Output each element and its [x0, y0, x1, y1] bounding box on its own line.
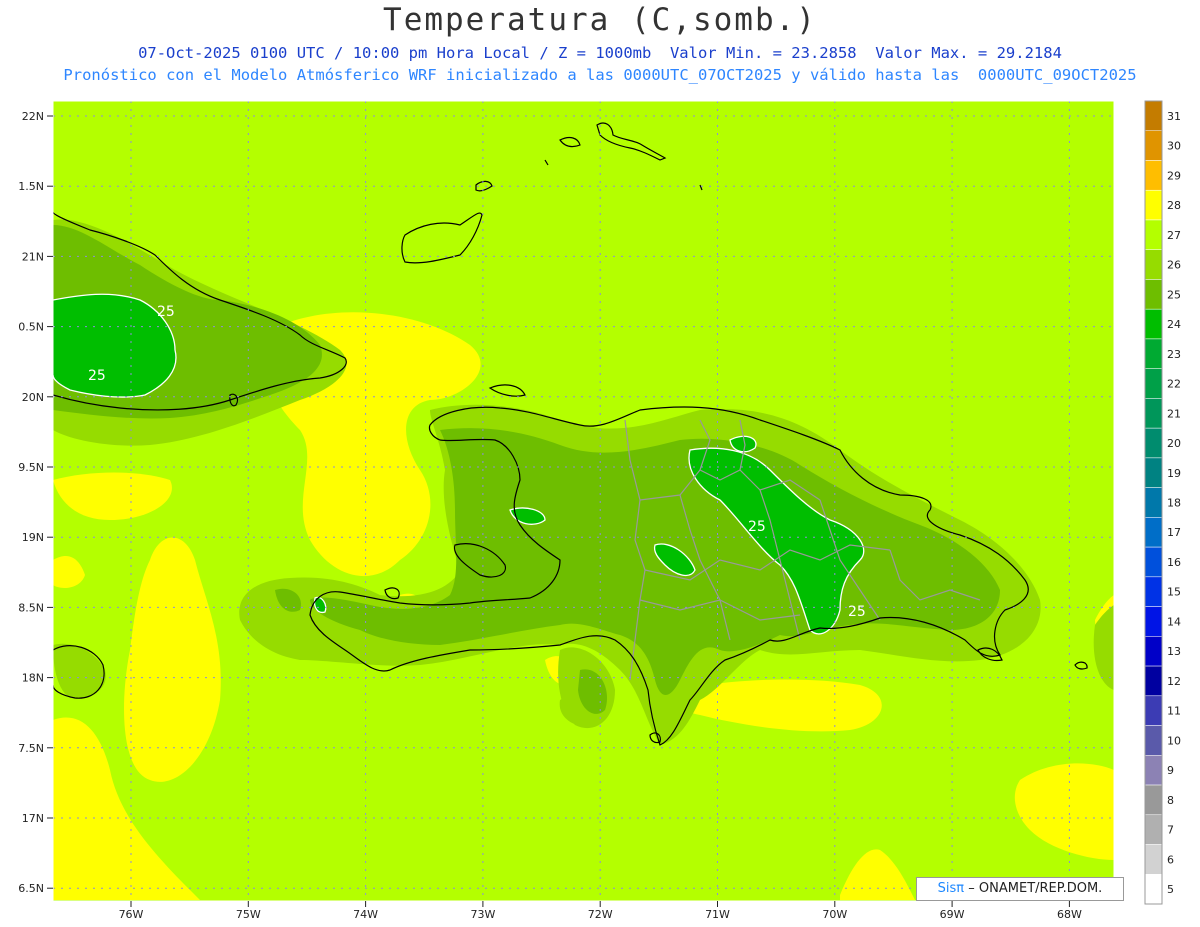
- lon-label: 69W: [940, 908, 965, 921]
- colorbar-swatch: [1144, 279, 1163, 310]
- lat-label: 20N: [22, 391, 44, 404]
- colorbar-label: 22: [1167, 378, 1181, 391]
- colorbar-swatch: [1144, 457, 1163, 488]
- colorbar-label: 18: [1167, 497, 1181, 510]
- lon-label: 71W: [705, 908, 730, 921]
- colorbar-swatch: [1144, 368, 1163, 399]
- longitude-labels: 76W 75W 74W 73W 72W 71W 70W 69W 68W: [119, 901, 1082, 921]
- lat-label: 17N: [22, 812, 44, 825]
- lon-label: 72W: [588, 908, 613, 921]
- colorbar-label: 28: [1167, 199, 1181, 212]
- colorbar-swatch: [1144, 427, 1163, 459]
- lat-label: 21N: [22, 250, 44, 263]
- credit-box: Sisπ – ONAMET/REP.DOM.: [916, 877, 1124, 901]
- colorbar-swatch: [1144, 189, 1163, 221]
- colorbar-label: 17: [1167, 526, 1181, 539]
- contour-label: 25: [157, 304, 175, 320]
- contour-label: 25: [88, 368, 106, 384]
- lat-label: 0.5N: [18, 321, 44, 334]
- colorbar-label: 19: [1167, 467, 1181, 480]
- colorbar-label: 5: [1167, 883, 1174, 896]
- contour-label: 25: [848, 604, 866, 620]
- colorbar-label: 26: [1167, 259, 1181, 272]
- lat-label: 8.5N: [18, 601, 44, 614]
- colorbar-swatch: [1144, 576, 1163, 607]
- lon-label: 70W: [822, 908, 847, 921]
- lat-label: 1.5N: [18, 180, 44, 193]
- colorbar-swatch: [1144, 100, 1163, 131]
- colorbar-label: 6: [1167, 853, 1174, 866]
- lon-label: 68W: [1057, 908, 1082, 921]
- colorbar-label: 31: [1167, 110, 1181, 123]
- latitude-labels: 22N 1.5N 21N 0.5N 20N 9.5N 19N 8.5N 18N 7.5N 17N 6.…: [18, 110, 53, 895]
- lon-label: 74W: [353, 908, 378, 921]
- colorbar-label: 12: [1167, 675, 1181, 688]
- colorbar-label: 14: [1167, 615, 1181, 628]
- colorbar-swatch: [1144, 487, 1163, 518]
- credit-text: – ONAMET/REP.DOM.: [968, 881, 1103, 896]
- colorbar-label: 23: [1167, 348, 1181, 361]
- colorbar-swatch: [1144, 606, 1163, 637]
- lon-label: 73W: [470, 908, 495, 921]
- lat-label: 9.5N: [18, 461, 44, 474]
- colorbar-swatch: [1144, 755, 1163, 786]
- colorbar-swatch: [1144, 160, 1163, 191]
- colorbar-swatch: [1144, 517, 1163, 548]
- sispi-logo: Sisπ: [937, 881, 965, 896]
- colorbar-label: 9: [1167, 764, 1174, 777]
- colorbar-label: 20: [1167, 437, 1181, 450]
- colorbar-label: 21: [1167, 407, 1181, 420]
- lon-label: 75W: [236, 908, 261, 921]
- colorbar-swatch: [1144, 546, 1163, 578]
- colorbar-swatch: [1144, 219, 1163, 250]
- colorbar-swatch: [1144, 308, 1163, 340]
- colorbar-label: 8: [1167, 794, 1174, 807]
- colorbar-swatch: [1144, 398, 1163, 429]
- contour-label: 25: [748, 519, 766, 535]
- colorbar-swatch: [1144, 725, 1163, 756]
- colorbar-label: 27: [1167, 229, 1181, 242]
- colorbar-label: 10: [1167, 734, 1181, 747]
- lat-label: 6.5N: [18, 882, 44, 895]
- lat-label: 18N: [22, 672, 44, 685]
- colorbar-label: 29: [1167, 169, 1181, 182]
- colorbar-swatch: [1144, 874, 1163, 905]
- lat-label: 19N: [22, 531, 44, 544]
- colorbar-label: 13: [1167, 645, 1181, 658]
- colorbar-swatch: [1144, 844, 1163, 875]
- colorbar-label: 7: [1167, 824, 1174, 837]
- colorbar-label: 16: [1167, 556, 1181, 569]
- colorbar-swatch: [1144, 665, 1163, 697]
- lon-label: 76W: [119, 908, 144, 921]
- colorbar-swatch: [1144, 249, 1163, 280]
- colorbar-label: 30: [1167, 140, 1181, 153]
- colorbar: 31 30 29 28 27 26 25 24 23 22 21 20 19 18 17 16 15 14 13 12…: [1144, 100, 1181, 905]
- colorbar-label: 25: [1167, 288, 1181, 301]
- colorbar-label: 24: [1167, 318, 1181, 331]
- colorbar-swatch: [1144, 814, 1163, 845]
- map-field: 25 25 25 25: [53, 101, 1114, 901]
- colorbar-swatch: [1144, 695, 1163, 726]
- colorbar-swatch: [1144, 338, 1163, 369]
- colorbar-swatch: [1144, 784, 1163, 816]
- lat-label: 7.5N: [18, 742, 44, 755]
- colorbar-label: 15: [1167, 586, 1181, 599]
- colorbar-swatch: [1144, 130, 1163, 161]
- colorbar-label: 11: [1167, 705, 1181, 718]
- temperature-map: 25 25 25 25 22N 1.5N 21N 0.5N 20N 9.5N 19N 8.5N…: [18, 100, 1181, 921]
- colorbar-swatch: [1144, 636, 1163, 667]
- lat-label: 22N: [22, 110, 44, 123]
